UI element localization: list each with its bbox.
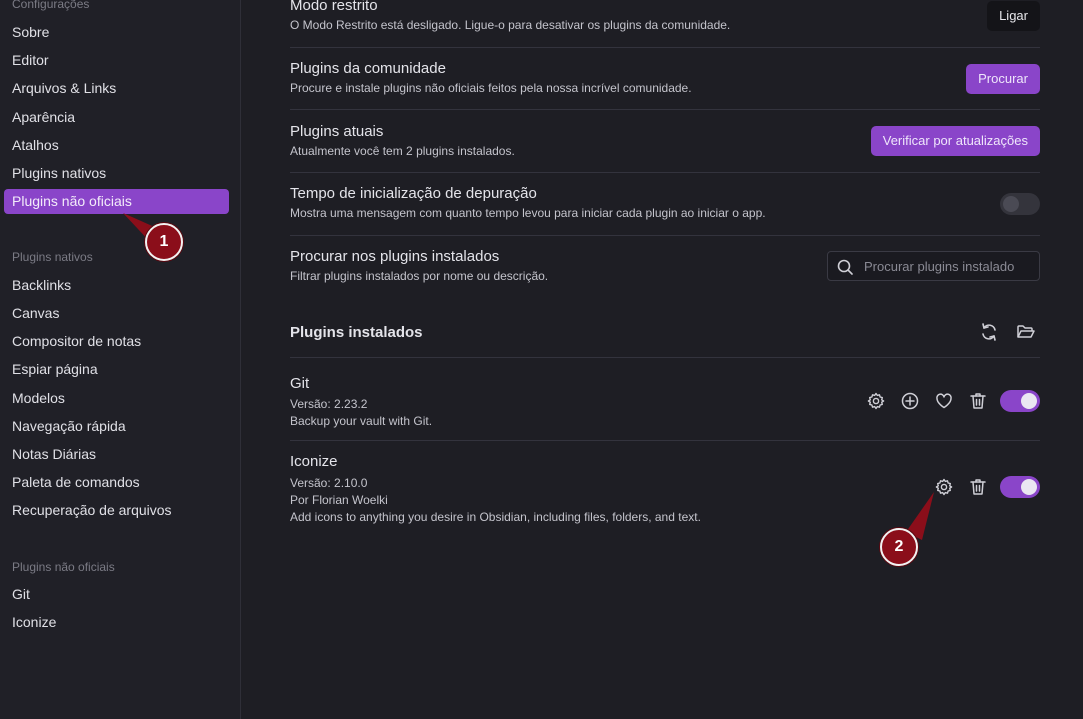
sidebar-item-navegacao-rapida[interactable]: Navegação rápida [4, 414, 229, 439]
plugin-item-git: Git Versão: 2.23.2 Backup your vault wit… [290, 358, 1040, 441]
heart-icon[interactable] [934, 391, 956, 413]
setting-community-plugins: Plugins da comunidade Procure e instale … [290, 48, 1040, 110]
sidebar-item-git[interactable]: Git [4, 582, 229, 607]
setting-search-installed: Procurar nos plugins instalados Filtrar … [290, 236, 1040, 300]
sidebar-item-recuperacao-de-arquivos[interactable]: Recuperação de arquivos [4, 498, 229, 523]
setting-description: Procure e instale plugins não oficiais f… [290, 81, 692, 95]
reload-icon[interactable] [979, 322, 1001, 344]
sidebar-item-sobre[interactable]: Sobre [4, 20, 229, 45]
section-title: Plugins instalados [290, 324, 423, 341]
callout-badge: 2 [880, 528, 918, 566]
plugin-name: Iconize [290, 453, 338, 470]
debug-startup-toggle[interactable] [1000, 193, 1040, 215]
sidebar-item-canvas[interactable]: Canvas [4, 301, 229, 326]
setting-name: Tempo de inicialização de depuração [290, 185, 537, 202]
setting-name: Plugins da comunidade [290, 60, 446, 77]
check-updates-button[interactable]: Verificar por atualizações [870, 126, 1040, 156]
sidebar-group-title: Configurações [12, 0, 90, 11]
plugin-search-box [827, 251, 1040, 281]
sidebar-item-aparencia[interactable]: Aparência [4, 105, 229, 130]
plus-circle-icon[interactable] [900, 391, 922, 413]
browse-plugins-button[interactable]: Procurar [966, 64, 1040, 94]
plugin-search-input[interactable] [864, 252, 1034, 280]
folder-open-icon[interactable] [1016, 322, 1038, 344]
sidebar-item-backlinks[interactable]: Backlinks [4, 273, 229, 298]
sidebar-item-paleta-de-comandos[interactable]: Paleta de comandos [4, 470, 229, 495]
settings-content: Modo restrito O Modo Restrito está desli… [242, 0, 1083, 719]
sidebar-item-modelos[interactable]: Modelos [4, 386, 229, 411]
enable-restricted-mode-button[interactable]: Ligar [987, 1, 1040, 31]
setting-debug-startup-time: Tempo de inicialização de depuração Most… [290, 173, 1040, 236]
sidebar-item-editor[interactable]: Editor [4, 48, 229, 73]
setting-description: O Modo Restrito está desligado. Ligue-o … [290, 18, 731, 32]
setting-name: Modo restrito [290, 0, 378, 14]
sidebar-item-compositor-de-notas[interactable]: Compositor de notas [4, 329, 229, 354]
callout-badge: 1 [145, 223, 183, 261]
sidebar-group-title: Plugins não oficiais [12, 560, 115, 574]
plugin-version: Versão: 2.23.2 [290, 397, 368, 411]
plugin-description: Backup your vault with Git. [290, 414, 433, 428]
sidebar-item-atalhos[interactable]: Atalhos [4, 133, 229, 158]
sidebar-group-title: Plugins nativos [12, 250, 93, 264]
sidebar-item-plugins-nativos[interactable]: Plugins nativos [4, 161, 229, 186]
settings-sidebar: Configurações Sobre Editor Arquivos & Li… [0, 0, 241, 719]
search-icon [837, 259, 853, 275]
settings-window: Configurações Sobre Editor Arquivos & Li… [0, 0, 1083, 719]
iconize-enable-toggle[interactable] [1000, 476, 1040, 498]
git-enable-toggle[interactable] [1000, 390, 1040, 412]
sidebar-item-espiar-pagina[interactable]: Espiar página [4, 357, 229, 382]
trash-icon[interactable] [968, 477, 990, 499]
setting-restricted-mode: Modo restrito O Modo Restrito está desli… [290, 0, 1040, 48]
sidebar-item-iconize[interactable]: Iconize [4, 610, 229, 635]
installed-plugins-header: Plugins instalados [290, 315, 1040, 358]
sidebar-item-arquivos-links[interactable]: Arquivos & Links [4, 76, 229, 101]
setting-description: Mostra uma mensagem com quanto tempo lev… [290, 206, 766, 220]
trash-icon[interactable] [968, 391, 990, 413]
plugin-name: Git [290, 375, 310, 392]
gear-icon[interactable] [866, 391, 888, 413]
sidebar-item-notas-diarias[interactable]: Notas Diárias [4, 442, 229, 467]
setting-current-plugins: Plugins atuais Atualmente você tem 2 plu… [290, 110, 1040, 173]
